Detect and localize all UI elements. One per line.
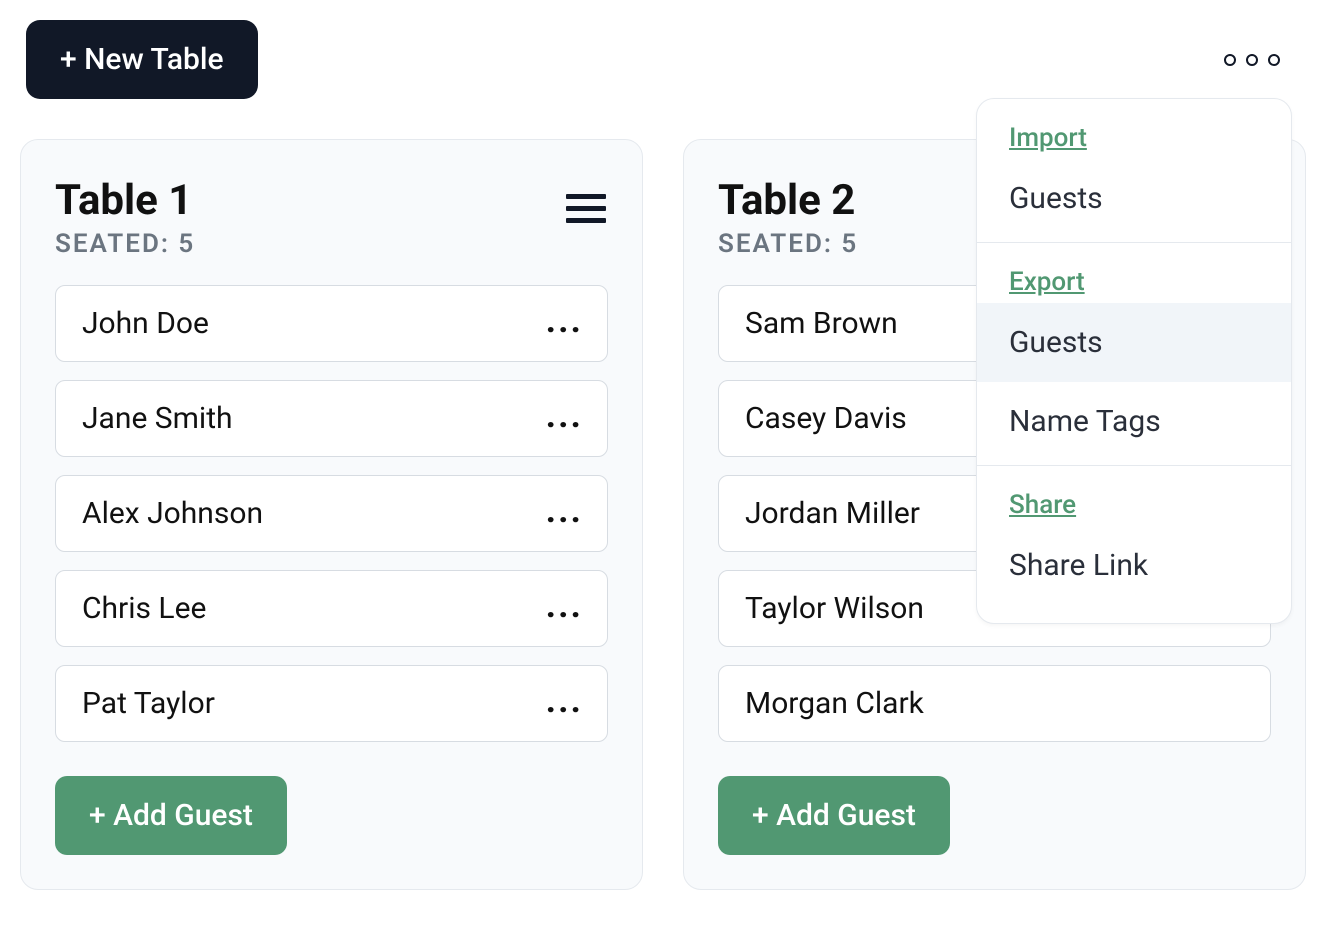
dropdown-item-share-link[interactable]: Share Link	[977, 526, 1291, 605]
guest-actions-button[interactable]: ...	[546, 605, 583, 613]
dropdown-heading-import: Import	[977, 123, 1291, 159]
guest-name: Chris Lee	[82, 591, 206, 626]
guest-name: Alex Johnson	[82, 496, 263, 531]
more-dot-icon	[1268, 54, 1280, 66]
hamburger-bar-icon	[566, 206, 606, 211]
guest-name: Jordan Miller	[745, 496, 920, 531]
dropdown-heading-export: Export	[977, 267, 1291, 303]
dropdown-item-export-nametags[interactable]: Name Tags	[977, 382, 1291, 461]
table-title: Table 2	[718, 176, 858, 225]
guest-name: Taylor Wilson	[745, 591, 924, 626]
table-seated-count: SEATED: 5	[55, 229, 195, 259]
more-menu-button[interactable]	[1214, 44, 1290, 76]
hamburger-bar-icon	[566, 218, 606, 223]
guest-row[interactable]: Morgan Clark ...	[718, 665, 1271, 742]
dropdown-heading-share: Share	[977, 490, 1291, 526]
guest-row[interactable]: Jane Smith ...	[55, 380, 608, 457]
guest-name: Morgan Clark	[745, 686, 924, 721]
hamburger-bar-icon	[566, 194, 606, 199]
guest-actions-button[interactable]: ...	[546, 700, 583, 708]
guest-row[interactable]: Pat Taylor ...	[55, 665, 608, 742]
topbar: + New Table	[20, 20, 1306, 99]
dropdown-section-export: Export Guests Name Tags	[977, 243, 1291, 466]
table-card-1: Table 1 SEATED: 5 John Doe ... Jane Smit…	[20, 139, 643, 890]
dropdown-item-export-guests[interactable]: Guests	[977, 303, 1291, 382]
more-dot-icon	[1246, 54, 1258, 66]
guest-actions-button[interactable]: ...	[546, 415, 583, 423]
guest-name: John Doe	[82, 306, 209, 341]
add-guest-button[interactable]: + Add Guest	[55, 776, 287, 855]
more-dot-icon	[1224, 54, 1236, 66]
guest-name: Jane Smith	[82, 401, 233, 436]
dropdown-section-share: Share Share Link	[977, 466, 1291, 623]
dropdown-section-import: Import Guests	[977, 99, 1291, 243]
guest-actions-button[interactable]: ...	[546, 510, 583, 518]
guest-row[interactable]: Alex Johnson ...	[55, 475, 608, 552]
more-menu-dropdown: Import Guests Export Guests Name Tags Sh…	[976, 98, 1292, 624]
guest-row[interactable]: John Doe ...	[55, 285, 608, 362]
guest-name: Pat Taylor	[82, 686, 215, 721]
table-header: Table 1 SEATED: 5	[55, 176, 608, 259]
new-table-button[interactable]: + New Table	[26, 20, 258, 99]
table-menu-button[interactable]	[566, 176, 608, 223]
table-seated-count: SEATED: 5	[718, 229, 858, 259]
guest-name: Sam Brown	[745, 306, 898, 341]
table-title: Table 1	[55, 176, 195, 225]
add-guest-button[interactable]: + Add Guest	[718, 776, 950, 855]
guest-name: Casey Davis	[745, 401, 907, 436]
guest-row[interactable]: Chris Lee ...	[55, 570, 608, 647]
guest-actions-button[interactable]: ...	[546, 320, 583, 328]
dropdown-item-import-guests[interactable]: Guests	[977, 159, 1291, 238]
guest-list: John Doe ... Jane Smith ... Alex Johnson…	[55, 285, 608, 742]
